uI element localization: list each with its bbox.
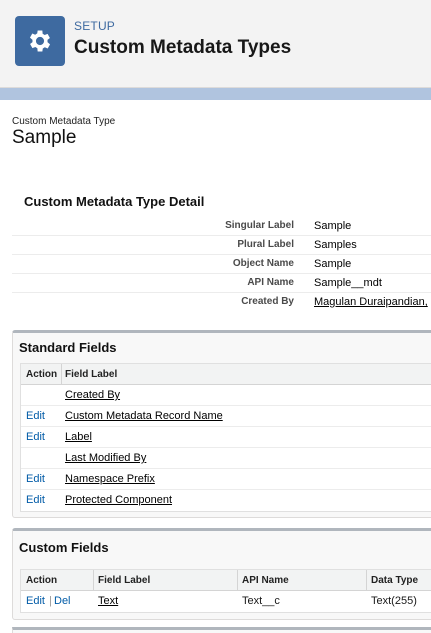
table-row: Edit Custom Metadata Record Name <box>21 406 431 427</box>
col-api-name-header: API Name <box>242 575 289 586</box>
column-divider <box>366 570 367 591</box>
setup-label: SETUP <box>74 19 116 33</box>
custom-fields-table: Action Field Label API Name Data Type Ed… <box>20 569 431 613</box>
table-row: Last Modified By <box>21 448 431 469</box>
detail-label: API Name <box>247 277 294 288</box>
column-divider <box>93 570 94 591</box>
standard-fields-table: Action Field Label Created By Edit Custo… <box>20 363 431 512</box>
col-action-header: Action <box>26 369 58 380</box>
api-name-value: Text__c <box>242 595 280 607</box>
col-action-header: Action <box>26 575 58 586</box>
table-row: Edit Label <box>21 427 431 448</box>
detail-value: Sample <box>314 220 352 232</box>
standard-fields-title: Standard Fields <box>19 340 117 355</box>
col-field-label-header: Field Label <box>65 369 118 380</box>
custom-fields-section: Custom Fields Action Field Label API Nam… <box>12 528 431 620</box>
page-title: Custom Metadata Types <box>74 37 292 58</box>
detail-value: Sample__mdt <box>314 277 382 289</box>
detail-value: Samples <box>314 239 357 251</box>
action-separator: | <box>49 595 52 607</box>
column-divider <box>61 364 62 385</box>
custom-fields-title: Custom Fields <box>19 540 109 555</box>
field-label-link[interactable]: Protected Component <box>65 494 172 506</box>
detail-value: Sample <box>314 258 352 270</box>
field-label-link[interactable]: Last Modified By <box>65 452 146 464</box>
table-header: Action Field Label <box>21 364 431 385</box>
detail-row-object-name: Object Name Sample <box>12 255 431 274</box>
data-type-value: Text(255) <box>371 595 417 607</box>
field-label-link[interactable]: Custom Metadata Record Name <box>65 410 223 422</box>
edit-link[interactable]: Edit <box>26 494 45 506</box>
record-name: Sample <box>12 127 77 148</box>
table-row: Created By <box>21 385 431 406</box>
detail-row-created-by: Created By Magulan Duraipandian, <box>12 293 431 312</box>
table-row: Edit | Del Text Text__c Text(255) <box>21 591 431 612</box>
detail-row-singular-label: Singular Label Sample <box>12 217 431 236</box>
main-content: Custom Metadata Type Sample Custom Metad… <box>0 100 431 633</box>
col-data-type-header: Data Type <box>371 575 419 586</box>
record-type-caption: Custom Metadata Type <box>12 116 116 127</box>
detail-row-plural-label: Plural Label Samples <box>12 236 431 255</box>
detail-label: Created By <box>241 296 294 307</box>
field-label-link[interactable]: Label <box>65 431 92 443</box>
column-divider <box>237 570 238 591</box>
field-label-link[interactable]: Created By <box>65 389 120 401</box>
edit-link[interactable]: Edit <box>26 431 45 443</box>
detail-section-title: Custom Metadata Type Detail <box>24 194 205 209</box>
detail-label: Singular Label <box>225 220 294 231</box>
edit-link[interactable]: Edit <box>26 595 45 607</box>
page-header: SETUP Custom Metadata Types <box>0 0 431 88</box>
table-row: Edit Namespace Prefix <box>21 469 431 490</box>
created-by-link[interactable]: Magulan Duraipandian, <box>314 296 428 308</box>
field-label-link[interactable]: Text <box>98 595 118 607</box>
next-section-edge <box>12 627 431 633</box>
table-row: Edit Protected Component <box>21 490 431 511</box>
detail-label: Object Name <box>232 258 294 269</box>
detail-row-api-name: API Name Sample__mdt <box>12 274 431 293</box>
gear-icon <box>15 16 65 66</box>
field-label-link[interactable]: Namespace Prefix <box>65 473 155 485</box>
edit-link[interactable]: Edit <box>26 473 45 485</box>
col-field-label-header: Field Label <box>98 575 151 586</box>
edit-link[interactable]: Edit <box>26 410 45 422</box>
detail-label: Plural Label <box>237 239 294 250</box>
delete-link[interactable]: Del <box>54 595 71 607</box>
standard-fields-section: Standard Fields Action Field Label Creat… <box>12 330 431 518</box>
table-header: Action Field Label API Name Data Type <box>21 570 431 591</box>
